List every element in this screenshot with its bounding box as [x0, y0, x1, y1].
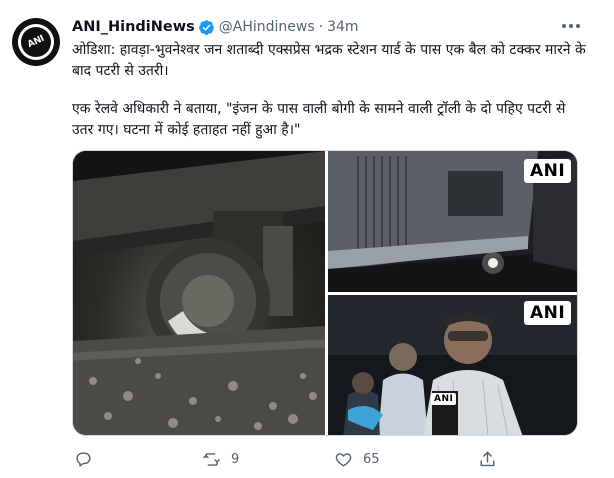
verified-badge-icon	[198, 19, 214, 35]
share-icon	[480, 451, 495, 466]
ani-mic-label: ANI	[431, 393, 457, 405]
like-button[interactable]: 65	[334, 448, 380, 470]
photo-derailed-wheel[interactable]	[73, 151, 325, 435]
tweet-paragraph-1: ओडिशा: हावड़ा-भुवनेश्वर जन शताब्दी एक्सप…	[72, 42, 586, 79]
photo-railway-official[interactable]: ANI ANI	[328, 295, 577, 435]
retweet-icon	[203, 452, 220, 466]
tweet-header: ANI_HindiNews @AHindinews · 34m	[72, 17, 359, 37]
tweet-paragraph-2: एक रेलवे अधिकारी ने बताया, "इंजन के पास …	[72, 101, 566, 138]
reply-icon	[76, 451, 91, 467]
avatar-logo: ANI	[12, 18, 60, 66]
ani-watermark: ANI	[524, 301, 572, 325]
separator-dot: ·	[318, 19, 324, 35]
tweet-card[interactable]: ANI ANI_HindiNews @AHindinews · 34m ओडिश…	[0, 0, 614, 478]
like-count: 65	[363, 451, 380, 467]
tweet-text: ओडिशा: हावड़ा-भुवनेश्वर जन शताब्दी एक्सप…	[72, 40, 587, 140]
avatar[interactable]: ANI	[12, 18, 60, 66]
more-icon	[562, 24, 580, 28]
display-name[interactable]: ANI_HindiNews	[72, 19, 195, 35]
photo-train-coach[interactable]: ANI	[328, 151, 577, 292]
more-options-button[interactable]	[558, 16, 584, 36]
derailed-wheel-illustration	[73, 151, 325, 435]
media-grid: ANI ANI ANI	[72, 150, 578, 436]
ani-watermark: ANI	[524, 159, 572, 183]
like-icon	[335, 452, 352, 467]
retweet-count: 9	[231, 451, 240, 467]
reply-button[interactable]	[74, 448, 103, 470]
user-handle[interactable]: @AHindinews	[219, 19, 315, 35]
avatar-logo-text: ANI	[26, 33, 46, 51]
share-button[interactable]	[478, 448, 497, 470]
retweet-button[interactable]: 9	[202, 448, 239, 470]
tweet-actions: 9 65	[72, 448, 512, 470]
tweet-timestamp[interactable]: 34m	[327, 19, 358, 35]
